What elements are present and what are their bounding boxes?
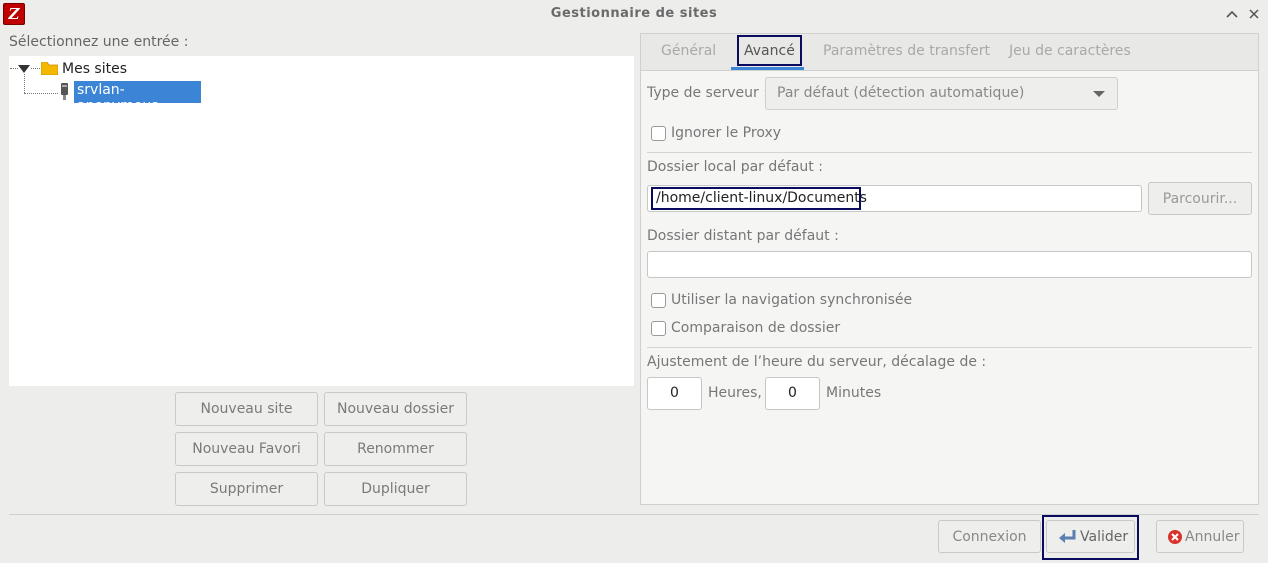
separator: [647, 347, 1252, 348]
minutes-input[interactable]: 0: [765, 377, 820, 410]
dropdown-arrow-icon: [1093, 91, 1105, 97]
local-dir-label: Dossier local par défaut :: [647, 159, 823, 175]
select-entry-label: Sélectionnez une entrée :: [9, 34, 189, 50]
dir-compare-label[interactable]: Comparaison de dossier: [671, 320, 840, 336]
server-type-select[interactable]: Par défaut (détection automatique): [765, 77, 1118, 110]
cancel-icon: [1168, 529, 1182, 544]
tab-transfer-settings[interactable]: Paramètres de transfert: [823, 43, 990, 59]
folder-icon: [41, 62, 58, 75]
window-title: Gestionnaire de sites: [550, 6, 718, 21]
rename-button[interactable]: Renommer: [324, 432, 467, 466]
tree-folder-mes-sites[interactable]: Mes sites: [62, 61, 127, 77]
minutes-label: Minutes: [826, 385, 882, 401]
new-site-button[interactable]: Nouveau site: [175, 392, 318, 426]
annotation-highlight-ok: [1042, 515, 1139, 560]
delete-button[interactable]: Supprimer: [175, 472, 318, 506]
sync-browsing-checkbox[interactable]: [651, 293, 666, 308]
bypass-proxy-label[interactable]: Ignorer le Proxy: [671, 125, 781, 141]
tree-expander-icon[interactable]: [18, 65, 30, 73]
tree-site-item[interactable]: srvlan-anonymous: [74, 81, 201, 114]
bypass-proxy-checkbox[interactable]: [651, 126, 666, 141]
cancel-button[interactable]: Annuler: [1156, 520, 1244, 553]
cancel-button-label: Annuler: [1185, 528, 1240, 545]
server-type-label: Type de serveur :: [647, 85, 768, 101]
browse-button[interactable]: Parcourir...: [1148, 182, 1252, 215]
remote-dir-label: Dossier distant par défaut :: [647, 228, 839, 244]
collapse-window-button[interactable]: [1223, 5, 1241, 23]
hours-label: Heures,: [708, 385, 762, 401]
connect-button[interactable]: Connexion: [938, 520, 1041, 553]
tab-general[interactable]: Général: [661, 43, 716, 59]
tab-charset[interactable]: Jeu de caractères: [1009, 43, 1131, 59]
hours-input[interactable]: 0: [647, 377, 702, 410]
close-icon: [1249, 9, 1259, 19]
close-window-button[interactable]: [1245, 5, 1263, 23]
tree-connector: [24, 74, 25, 93]
server-icon: [61, 83, 68, 100]
annotation-highlight-local-dir: [651, 187, 861, 210]
new-bookmark-button[interactable]: Nouveau Favori: [175, 432, 318, 466]
separator: [647, 152, 1252, 153]
chevron-up-icon: [1226, 10, 1238, 18]
new-folder-button[interactable]: Nouveau dossier: [324, 392, 467, 426]
tree-connector: [24, 93, 58, 94]
annotation-highlight-tab: [737, 35, 802, 66]
remote-dir-input[interactable]: [647, 251, 1252, 278]
duplicate-button[interactable]: Dupliquer: [324, 472, 467, 506]
time-adjust-label: Ajustement de l’heure du serveur, décala…: [647, 354, 987, 370]
title-bar: Z Gestionnaire de sites: [0, 0, 1268, 28]
sync-browsing-label[interactable]: Utiliser la navigation synchronisée: [671, 292, 912, 308]
tree-connector: [31, 68, 40, 69]
dir-compare-checkbox[interactable]: [651, 321, 666, 336]
tree-connector: [10, 68, 18, 69]
